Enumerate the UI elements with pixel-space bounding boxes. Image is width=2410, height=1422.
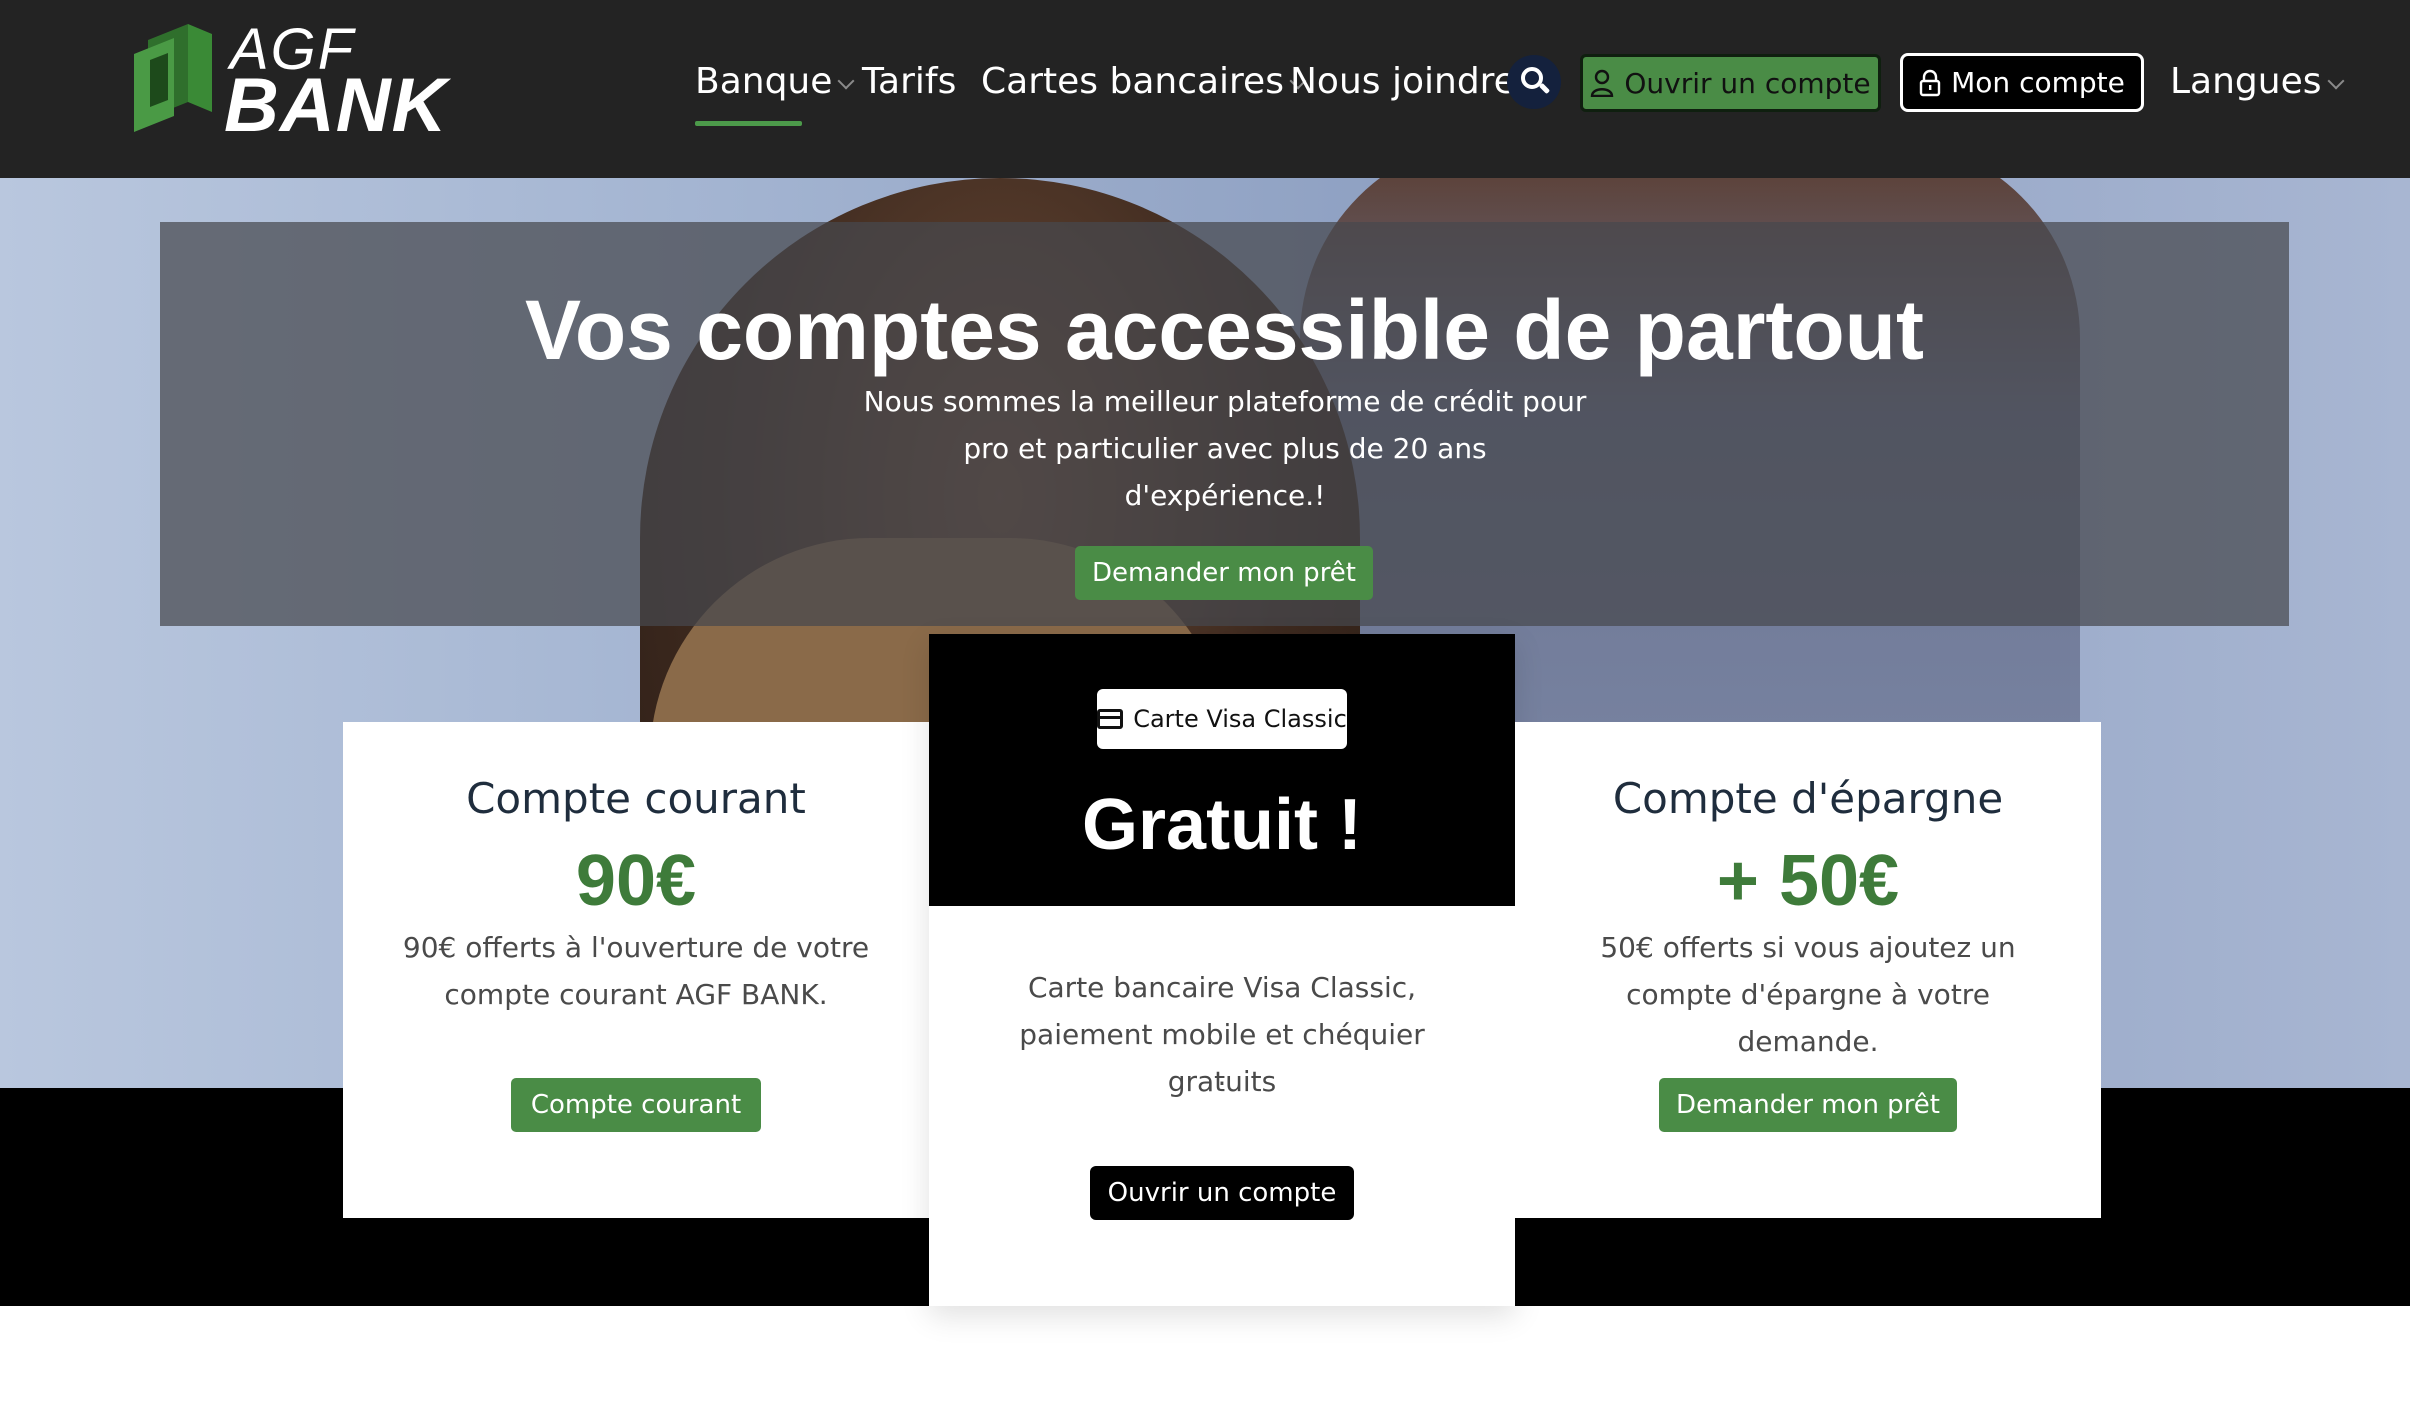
nav-item-label: Nous joindre	[1290, 61, 1516, 102]
user-icon	[1591, 69, 1614, 97]
nav-item-label: Tarifs	[862, 61, 957, 102]
search-button[interactable]	[1507, 55, 1561, 109]
visa-classic-badge: Carte Visa Classic	[1097, 689, 1347, 749]
chevron-down-icon	[2327, 72, 2345, 90]
hero-title: Vos comptes accessible de partout	[525, 283, 1924, 377]
logo-text-bank: BANK	[224, 63, 448, 148]
hero-subtitle: Nous sommes la meilleur plateforme de cr…	[863, 385, 1587, 512]
nav-item-banque[interactable]: Banque	[695, 56, 855, 108]
hero-overlay-panel: Vos comptes accessible de partout Nous s…	[160, 222, 2289, 626]
active-nav-indicator	[695, 121, 802, 126]
nav-item-label: Banque	[695, 61, 833, 102]
open-account-card-button[interactable]: Ouvrir un compte	[1090, 1166, 1354, 1220]
card-description: 50€ offerts si vous ajoutez un compte d'…	[1600, 931, 2016, 1058]
offer-card-current-account: Compte courant 90€ 90€ offerts à l'ouver…	[343, 722, 929, 1218]
nav-item-nous-joindre[interactable]: Nous joindre	[1290, 56, 1516, 108]
card-title: Compte courant	[466, 774, 806, 823]
savings-loan-request-button[interactable]: Demander mon prêt	[1659, 1078, 1957, 1132]
card-description-line-1: Carte bancaire Visa Classic,	[1027, 971, 1417, 1004]
search-icon-handle	[1538, 82, 1551, 95]
card-price: 90€	[575, 841, 697, 921]
nav-item-label: Cartes bancaires	[981, 61, 1284, 102]
badge-label: Carte Visa Classic	[1133, 705, 1347, 733]
hero-loan-request-button[interactable]: Demander mon prêt	[1075, 546, 1373, 600]
card-header-dark: Carte Visa Classic Gratuit !	[929, 634, 1515, 906]
card-description-line-3: .	[1217, 1059, 1227, 1092]
card-description: 90€ offerts à l'ouverture de votre compt…	[402, 931, 870, 1011]
open-account-button[interactable]: Ouvrir un compte	[1580, 54, 1881, 112]
chevron-down-icon	[837, 72, 855, 90]
nav-item-tarifs[interactable]: Tarifs	[862, 56, 956, 108]
my-account-label: Mon compte	[1951, 66, 2125, 99]
open-account-label: Ouvrir un compte	[1624, 66, 1871, 100]
card-title: Compte d'épargne	[1612, 774, 2004, 823]
language-selector[interactable]: Langues	[2170, 56, 2345, 108]
logo-mark-icon	[134, 24, 212, 132]
agf-bank-logo[interactable]: AGF BANK	[128, 20, 447, 148]
language-selector-label: Langues	[2170, 61, 2322, 102]
card-price: + 50€	[1716, 841, 1900, 921]
site-header: AGF BANK Banque Tarifs Cartes bancaires …	[0, 0, 2410, 178]
current-account-button[interactable]: Compte courant	[511, 1078, 761, 1132]
offer-card-savings-account: Compte d'épargne + 50€ 50€ offerts si vo…	[1515, 722, 2101, 1218]
my-account-button[interactable]: Mon compte	[1900, 53, 2144, 112]
nav-item-cartes-bancaires[interactable]: Cartes bancaires	[981, 56, 1307, 108]
lock-icon	[1919, 69, 1941, 96]
credit-card-icon	[1097, 709, 1124, 729]
offer-card-visa-classic: Carte Visa Classic Gratuit ! Carte banca…	[929, 634, 1515, 1306]
card-price: Gratuit !	[1082, 785, 1362, 865]
